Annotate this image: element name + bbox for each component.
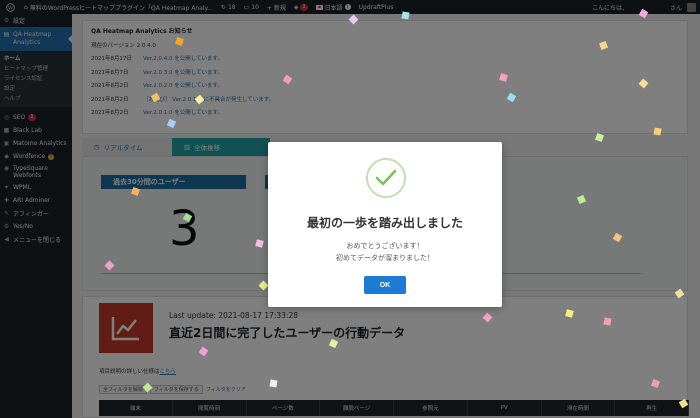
dialog-message-line1: おめでとうございます！ xyxy=(346,242,424,250)
confetti-piece xyxy=(612,232,623,243)
confetti-piece xyxy=(595,133,604,142)
confetti-piece xyxy=(131,187,140,196)
confetti-piece xyxy=(182,212,193,223)
confetti-piece xyxy=(674,288,685,299)
confetti-piece xyxy=(576,194,587,205)
confetti-piece xyxy=(348,14,359,25)
confetti-piece xyxy=(603,317,612,326)
confetti-piece xyxy=(104,260,115,271)
confetti-piece xyxy=(638,8,649,19)
confetti-piece xyxy=(328,338,339,349)
confetti-piece xyxy=(599,41,608,50)
confetti-piece xyxy=(651,379,660,388)
confetti-piece xyxy=(565,309,574,318)
confetti-piece xyxy=(198,346,209,357)
confetti-piece xyxy=(678,398,689,409)
confetti-piece xyxy=(401,11,410,20)
dialog-message: おめでとうございます！ 初めてデータが溜まりました！ xyxy=(268,240,502,264)
dialog-title: 最初の一歩を踏み出しました xyxy=(306,216,463,230)
confetti-piece xyxy=(638,78,649,89)
congrats-dialog: 最初の一歩を踏み出しました おめでとうございます！ 初めてデータが溜まりました！… xyxy=(268,142,502,307)
confetti-piece xyxy=(258,280,269,291)
dialog-message-line2: 初めてデータが溜まりました！ xyxy=(336,254,434,262)
confetti-piece xyxy=(653,127,662,136)
confetti-piece xyxy=(482,312,493,323)
confetti-piece xyxy=(166,118,177,129)
confetti-piece xyxy=(175,37,184,46)
confetti-piece xyxy=(150,92,161,103)
confetti-piece xyxy=(506,92,517,103)
confetti-piece xyxy=(269,379,278,388)
confetti-piece xyxy=(142,382,153,393)
ok-button[interactable]: OK xyxy=(364,276,406,294)
confetti-piece xyxy=(255,239,264,248)
confetti-piece xyxy=(194,94,205,105)
success-check-icon xyxy=(366,158,406,198)
confetti-piece xyxy=(499,73,508,82)
confetti-piece xyxy=(282,74,293,85)
